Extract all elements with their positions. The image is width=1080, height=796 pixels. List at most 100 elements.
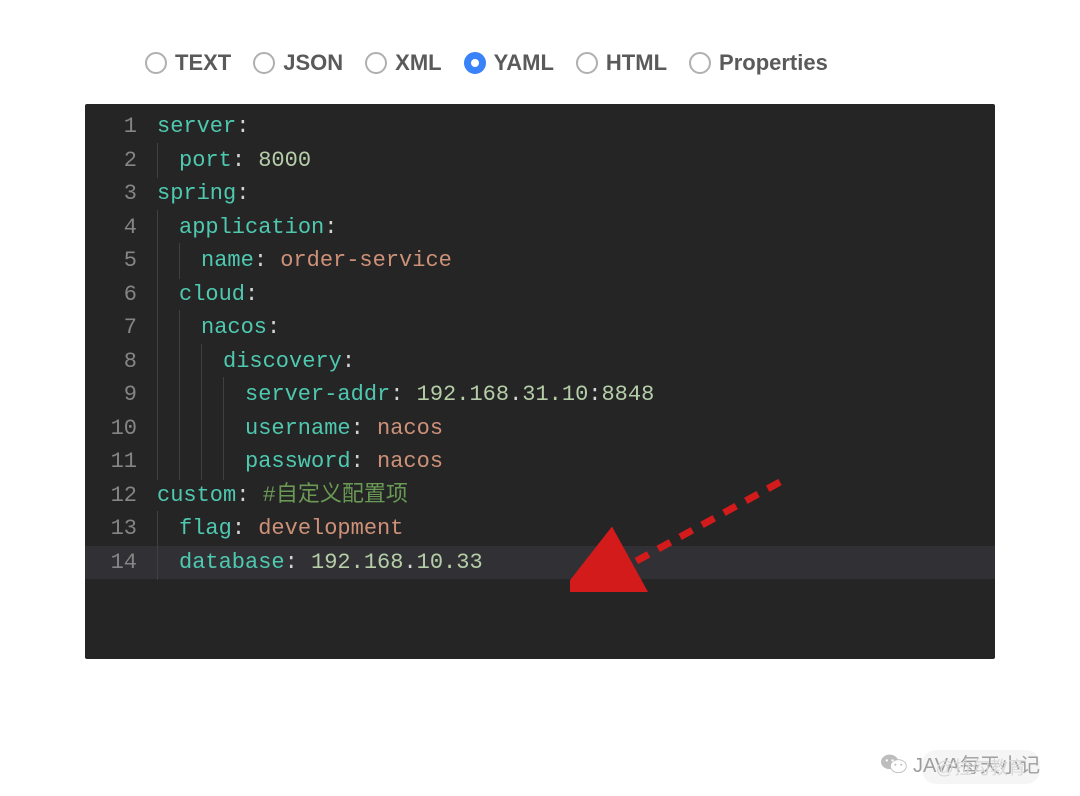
- code-line[interactable]: 7 nacos:: [85, 311, 995, 345]
- code-line[interactable]: 1server:: [85, 110, 995, 144]
- line-number: 13: [85, 512, 157, 546]
- code-line[interactable]: 2 port: 8000: [85, 144, 995, 178]
- format-label: XML: [395, 50, 441, 76]
- code-content: cloud:: [157, 278, 258, 312]
- indent-guide: [179, 345, 201, 379]
- code-line[interactable]: 8 discovery:: [85, 345, 995, 379]
- indent-guide: [201, 378, 223, 412]
- wechat-icon: [881, 753, 907, 775]
- format-label: HTML: [606, 50, 667, 76]
- line-number: 12: [85, 479, 157, 513]
- code-content: server:: [157, 110, 249, 144]
- token: #自定义配置项: [263, 483, 408, 508]
- token: :: [351, 416, 377, 441]
- indent-guide: [157, 144, 179, 178]
- code-line[interactable]: 3spring:: [85, 177, 995, 211]
- indent-guide: [157, 278, 179, 312]
- indent-guide: [223, 445, 245, 479]
- token: 10.33: [417, 550, 483, 575]
- token: :: [232, 516, 258, 541]
- indent-guide: [157, 512, 179, 546]
- code-content: flag: development: [157, 512, 403, 546]
- token: database: [179, 550, 285, 575]
- token: .: [403, 550, 416, 575]
- token: :: [351, 449, 377, 474]
- token: server-addr: [245, 382, 390, 407]
- indent-guide: [157, 445, 179, 479]
- code-line[interactable]: 14 database: 192.168.10.33: [85, 546, 995, 580]
- indent-guide: [201, 345, 223, 379]
- token: 192.168: [417, 382, 509, 407]
- token: :: [342, 349, 355, 374]
- code-content: database: 192.168.10.33: [157, 546, 483, 580]
- token: custom: [157, 483, 236, 508]
- code-line[interactable]: 10 username: nacos: [85, 412, 995, 446]
- line-number: 4: [85, 211, 157, 245]
- format-tab-properties[interactable]: Properties: [689, 50, 828, 76]
- format-label: YAML: [494, 50, 554, 76]
- token: development: [258, 516, 403, 541]
- token: spring: [157, 181, 236, 206]
- line-number: 10: [85, 412, 157, 446]
- code-line[interactable]: 12custom: #自定义配置项: [85, 479, 995, 513]
- token: port: [179, 148, 232, 173]
- indent-guide: [179, 412, 201, 446]
- token: flag: [179, 516, 232, 541]
- line-number: 8: [85, 345, 157, 379]
- token: :: [232, 148, 258, 173]
- format-tab-html[interactable]: HTML: [576, 50, 667, 76]
- token: :: [390, 382, 416, 407]
- indent-guide: [179, 244, 201, 278]
- line-number: 7: [85, 311, 157, 345]
- format-tab-xml[interactable]: XML: [365, 50, 441, 76]
- line-number: 1: [85, 110, 157, 144]
- radio-icon: [253, 52, 275, 74]
- code-line[interactable]: 6 cloud:: [85, 278, 995, 312]
- format-tab-yaml[interactable]: YAML: [464, 50, 554, 76]
- line-number: 9: [85, 378, 157, 412]
- indent-guide: [157, 311, 179, 345]
- format-tab-text[interactable]: TEXT: [145, 50, 231, 76]
- token: application: [179, 215, 324, 240]
- format-radio-group: TEXT JSON XML YAML HTML Properties: [85, 50, 995, 76]
- line-number: 6: [85, 278, 157, 312]
- line-number: 14: [85, 546, 157, 580]
- indent-guide: [179, 378, 201, 412]
- line-number: 11: [85, 445, 157, 479]
- indent-guide: [157, 345, 179, 379]
- code-content: name: order-service: [157, 244, 452, 278]
- format-tab-json[interactable]: JSON: [253, 50, 343, 76]
- code-content: nacos:: [157, 311, 280, 345]
- indent-guide: [157, 412, 179, 446]
- radio-icon: [689, 52, 711, 74]
- code-content: port: 8000: [157, 144, 311, 178]
- code-content: custom: #自定义配置项: [157, 479, 408, 513]
- indent-guide: [179, 311, 201, 345]
- code-content: server-addr: 192.168.31.10:8848: [157, 378, 654, 412]
- token: :: [236, 114, 249, 139]
- faded-badge: @拉勾教育: [922, 750, 1040, 784]
- code-line[interactable]: 13 flag: development: [85, 512, 995, 546]
- radio-icon: [464, 52, 486, 74]
- format-label: Properties: [719, 50, 828, 76]
- token: :: [254, 248, 280, 273]
- code-line[interactable]: 5 name: order-service: [85, 244, 995, 278]
- code-line[interactable]: 9 server-addr: 192.168.31.10:8848: [85, 378, 995, 412]
- format-label: JSON: [283, 50, 343, 76]
- line-number: 5: [85, 244, 157, 278]
- code-content: password: nacos: [157, 445, 443, 479]
- token: discovery: [223, 349, 342, 374]
- token: :: [245, 282, 258, 307]
- code-line[interactable]: 4 application:: [85, 211, 995, 245]
- token: 31.10: [522, 382, 588, 407]
- indent-guide: [223, 378, 245, 412]
- token: username: [245, 416, 351, 441]
- code-line[interactable]: 11 password: nacos: [85, 445, 995, 479]
- indent-guide: [201, 412, 223, 446]
- token: nacos: [377, 416, 443, 441]
- code-content: spring:: [157, 177, 249, 211]
- code-content: username: nacos: [157, 412, 443, 446]
- code-editor[interactable]: 1server:2 port: 80003spring:4 applicatio…: [85, 104, 995, 659]
- indent-guide: [157, 378, 179, 412]
- line-number: 3: [85, 177, 157, 211]
